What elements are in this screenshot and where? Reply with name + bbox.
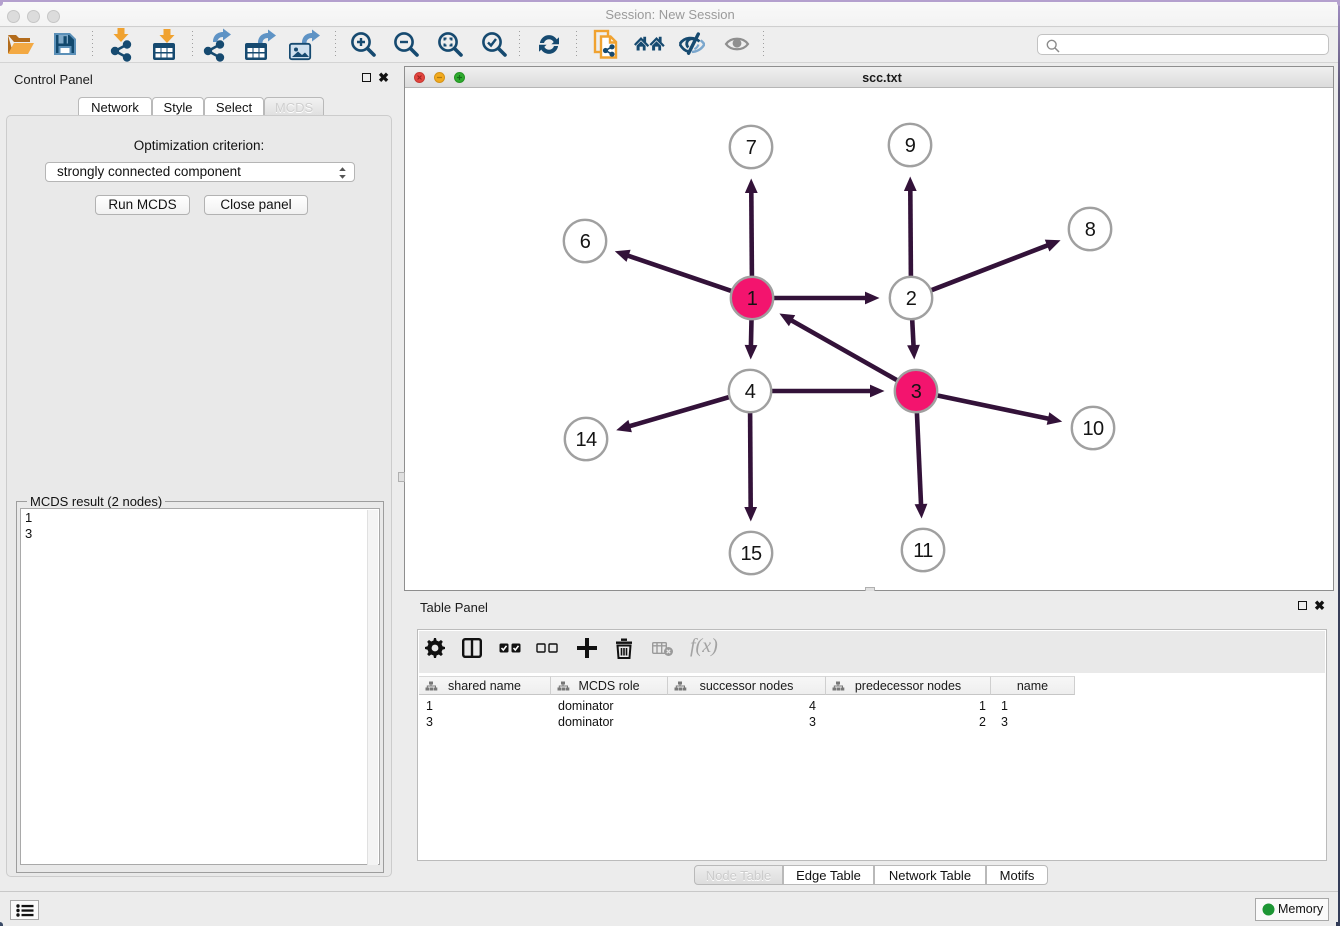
svg-text:7: 7 bbox=[746, 137, 757, 159]
svg-text:9: 9 bbox=[905, 135, 916, 157]
svg-text:15: 15 bbox=[740, 543, 762, 565]
svg-text:f(x): f(x) bbox=[690, 636, 718, 657]
svg-text:11: 11 bbox=[913, 540, 933, 562]
svg-text:14: 14 bbox=[575, 429, 597, 451]
svg-text:6: 6 bbox=[580, 231, 591, 253]
svg-text:10: 10 bbox=[1082, 418, 1104, 440]
svg-text:1: 1 bbox=[747, 288, 758, 310]
svg-text:4: 4 bbox=[745, 381, 756, 403]
svg-text:2: 2 bbox=[906, 288, 917, 310]
svg-text:8: 8 bbox=[1085, 219, 1096, 241]
svg-text:3: 3 bbox=[911, 381, 922, 403]
